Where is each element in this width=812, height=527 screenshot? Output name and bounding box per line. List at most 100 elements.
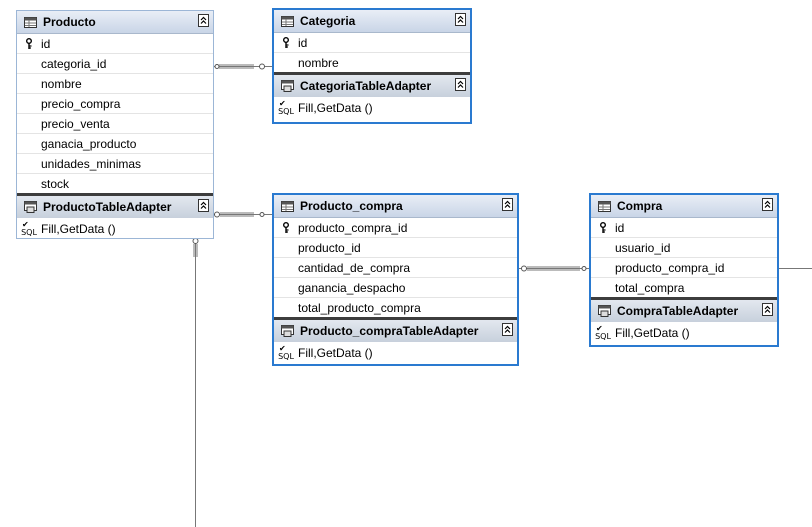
column-name: stock: [41, 176, 70, 191]
table-title: Producto: [43, 15, 96, 29]
column-row[interactable]: nombre: [274, 53, 470, 72]
table-adapter-header[interactable]: CategoriaTableAdapter: [274, 72, 470, 97]
column-name: total_compra: [615, 280, 685, 295]
table-producto-compra[interactable]: Producto_compra producto_compra_id produ…: [272, 193, 519, 366]
column-row[interactable]: cantidad_de_compra: [274, 258, 517, 278]
relation-endpoint: [214, 63, 265, 70]
column-name: nombre: [298, 55, 339, 70]
column-name: precio_venta: [41, 116, 110, 131]
column-row[interactable]: total_producto_compra: [274, 298, 517, 317]
key-icon: [26, 37, 32, 49]
column-name: ganacia_producto: [41, 136, 137, 151]
column-list: id usuario_id producto_compra_id total_c…: [591, 218, 777, 297]
collapse-icon[interactable]: [762, 198, 773, 211]
column-name: ganancia_despacho: [298, 280, 406, 295]
adapter-title: CategoriaTableAdapter: [300, 79, 432, 93]
table-adapter-header[interactable]: CompraTableAdapter: [591, 297, 777, 322]
table-icon: [598, 200, 611, 212]
column-row[interactable]: nombre: [17, 74, 213, 94]
table-header[interactable]: Producto_compra: [274, 195, 517, 218]
collapse-icon[interactable]: [198, 199, 209, 212]
table-header[interactable]: Categoria: [274, 10, 470, 33]
table-icon: [281, 200, 294, 212]
table-producto[interactable]: Producto id categoria_id nombre precio_c…: [16, 10, 214, 239]
table-icon: [281, 15, 294, 27]
column-name: usuario_id: [615, 240, 671, 255]
relation-endpoint: [521, 265, 587, 272]
query-name: Fill,GetData (): [615, 325, 690, 340]
key-icon: [283, 221, 289, 233]
relation-endpoint: [192, 238, 199, 257]
relation-line: [195, 238, 196, 527]
column-name: id: [298, 35, 308, 50]
column-name: id: [615, 220, 625, 235]
table-adapter-header[interactable]: ProductoTableAdapter: [17, 193, 213, 218]
column-row[interactable]: categoria_id: [17, 54, 213, 74]
query-row[interactable]: ✔ SQL Fill,GetData (): [591, 322, 777, 343]
column-row[interactable]: id: [274, 33, 470, 53]
sql-query-icon: ✔ SQL: [278, 98, 294, 116]
column-list: id nombre: [274, 33, 470, 72]
column-name: unidades_minimas: [41, 156, 142, 171]
column-row[interactable]: total_compra: [591, 278, 777, 297]
table-title: Producto_compra: [300, 199, 403, 213]
sql-query-icon: ✔ SQL: [595, 323, 611, 341]
sql-query-icon: ✔ SQL: [21, 219, 37, 237]
query-name: Fill,GetData (): [298, 100, 373, 115]
query-row[interactable]: ✔ SQL Fill,GetData (): [274, 342, 517, 363]
collapse-icon[interactable]: [502, 323, 513, 336]
table-adapter-icon: [281, 80, 294, 92]
column-name: cantidad_de_compra: [298, 260, 411, 275]
column-name: precio_compra: [41, 96, 121, 111]
column-name: producto_compra_id: [615, 260, 725, 275]
column-list: producto_compra_id producto_id cantidad_…: [274, 218, 517, 317]
column-row[interactable]: id: [591, 218, 777, 238]
column-row[interactable]: id: [17, 34, 213, 54]
column-name: categoria_id: [41, 56, 107, 71]
collapse-icon[interactable]: [762, 303, 773, 316]
column-name: nombre: [41, 76, 82, 91]
column-name: producto_compra_id: [298, 220, 408, 235]
query-name: Fill,GetData (): [41, 221, 116, 236]
column-row[interactable]: unidades_minimas: [17, 154, 213, 174]
column-row[interactable]: producto_id: [274, 238, 517, 258]
column-row[interactable]: ganacia_producto: [17, 134, 213, 154]
table-icon: [24, 16, 37, 28]
column-row[interactable]: ganancia_despacho: [274, 278, 517, 298]
relation-line: [778, 268, 812, 269]
column-row[interactable]: producto_compra_id: [591, 258, 777, 278]
collapse-icon[interactable]: [455, 78, 466, 91]
table-adapter-icon: [24, 201, 37, 213]
table-compra[interactable]: Compra id usuario_id producto_compra_id …: [589, 193, 779, 347]
collapse-icon[interactable]: [198, 14, 209, 27]
relation-endpoint: [214, 211, 265, 218]
column-row[interactable]: producto_compra_id: [274, 218, 517, 238]
table-header[interactable]: Compra: [591, 195, 777, 218]
column-name: total_producto_compra: [298, 300, 421, 315]
query-row[interactable]: ✔ SQL Fill,GetData (): [274, 97, 470, 118]
table-categoria[interactable]: Categoria id nombre CategoriaTableAdapte…: [272, 8, 472, 124]
query-name: Fill,GetData (): [298, 345, 373, 360]
column-name: id: [41, 36, 51, 51]
table-adapter-icon: [281, 325, 294, 337]
table-adapter-header[interactable]: Producto_compraTableAdapter: [274, 317, 517, 342]
table-header[interactable]: Producto: [17, 11, 213, 34]
adapter-title: CompraTableAdapter: [617, 304, 739, 318]
column-row[interactable]: usuario_id: [591, 238, 777, 258]
key-icon: [600, 221, 606, 233]
adapter-title: Producto_compraTableAdapter: [300, 324, 479, 338]
column-row[interactable]: stock: [17, 174, 213, 193]
sql-query-icon: ✔ SQL: [278, 343, 294, 361]
column-list: id categoria_id nombre precio_compra pre…: [17, 34, 213, 193]
table-adapter-icon: [598, 305, 611, 317]
adapter-title: ProductoTableAdapter: [43, 200, 172, 214]
table-title: Categoria: [300, 14, 356, 28]
table-title: Compra: [617, 199, 663, 213]
query-row[interactable]: ✔ SQL Fill,GetData (): [17, 218, 213, 239]
collapse-icon[interactable]: [455, 13, 466, 26]
column-name: producto_id: [298, 240, 361, 255]
column-row[interactable]: precio_compra: [17, 94, 213, 114]
column-row[interactable]: precio_venta: [17, 114, 213, 134]
collapse-icon[interactable]: [502, 198, 513, 211]
key-icon: [283, 36, 289, 48]
